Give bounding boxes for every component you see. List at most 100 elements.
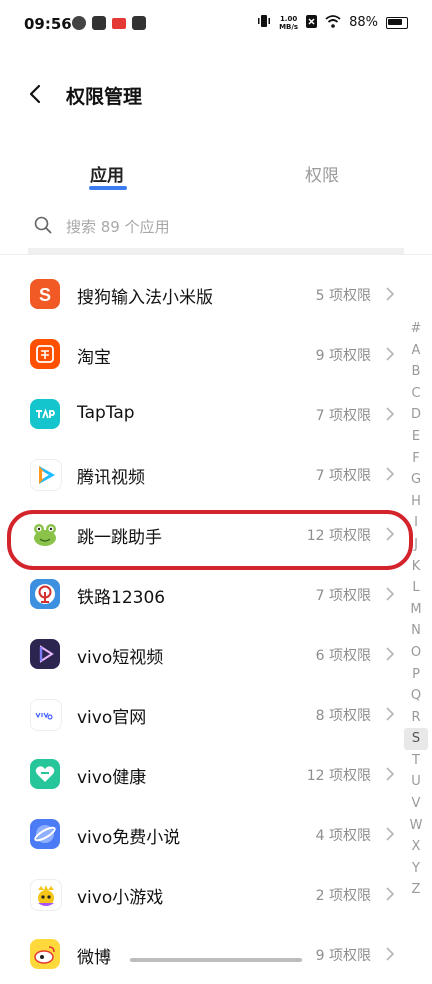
index-letter[interactable]: W <box>404 815 428 837</box>
permission-count: 5 项权限 <box>315 288 371 304</box>
permission-count: 9 项权限 <box>315 348 371 364</box>
search-input[interactable]: 搜索 89 个应用 <box>28 208 404 254</box>
network-speed: 1.00 MB/s <box>279 15 298 31</box>
index-letter[interactable]: A <box>404 340 428 362</box>
index-letter[interactable]: I <box>404 512 428 534</box>
list-item[interactable]: S 搜狗输入法小米版 5 项权限 <box>0 264 405 324</box>
permission-count: 6 项权限 <box>315 648 371 664</box>
permission-count: 7 项权限 <box>315 468 371 484</box>
app-name: 腾讯视频 <box>77 468 145 488</box>
index-letter[interactable]: V <box>404 793 428 815</box>
index-letter[interactable]: D <box>404 404 428 426</box>
app-notification-icon <box>72 16 86 30</box>
index-letter[interactable]: C <box>404 383 428 405</box>
wifi-icon <box>325 14 341 31</box>
highlight-ring <box>7 510 413 570</box>
list-item[interactable]: vivo短视频 6 项权限 <box>0 624 405 684</box>
chevron-right-icon <box>385 766 395 782</box>
svg-text:S: S <box>39 285 51 305</box>
app-name: 微博 <box>77 948 111 968</box>
search-placeholder: 搜索 89 个应用 <box>66 218 170 236</box>
permission-count: 2 项权限 <box>315 888 371 904</box>
index-letter[interactable]: B <box>404 361 428 383</box>
index-letter[interactable]: N <box>404 620 428 642</box>
list-item[interactable]: 铁路12306 7 项权限 <box>0 564 405 624</box>
index-letter[interactable]: E <box>404 426 428 448</box>
index-letter[interactable]: T <box>404 750 428 772</box>
index-letter[interactable]: S <box>404 728 428 750</box>
speed-value: 1.00 <box>279 14 298 23</box>
chevron-right-icon <box>385 826 395 842</box>
index-letter[interactable]: Y <box>404 858 428 880</box>
taptap-icon <box>30 399 60 429</box>
vivo-novel-icon <box>30 819 60 849</box>
index-letter[interactable]: H <box>404 491 428 513</box>
chevron-right-icon <box>385 706 395 722</box>
chevron-right-icon <box>385 286 395 302</box>
index-letter[interactable]: M <box>404 599 428 621</box>
list-item[interactable]: vivo免费小说 4 项权限 <box>0 804 405 864</box>
permission-count: 9 项权限 <box>315 948 371 964</box>
app-name: vivo小游戏 <box>77 888 164 908</box>
app-name: TapTap <box>77 403 135 423</box>
index-letter[interactable]: Q <box>404 685 428 707</box>
index-letter[interactable]: K <box>404 556 428 578</box>
weibo-icon <box>30 939 60 969</box>
taobao-icon <box>30 339 60 369</box>
sim-icon <box>306 14 318 31</box>
vivo-official-icon <box>30 699 62 731</box>
permission-count: 4 项权限 <box>315 828 371 844</box>
list-item[interactable]: TapTap 7 项权限 <box>0 384 405 444</box>
list-item[interactable]: vivo小游戏 2 项权限 <box>0 864 405 924</box>
tab-apps[interactable]: 应用 <box>90 161 124 186</box>
index-letter[interactable]: R <box>404 707 428 729</box>
mail-notification-icon <box>132 16 146 30</box>
index-letter[interactable]: # <box>404 318 428 340</box>
vivo-health-icon <box>30 759 60 789</box>
index-letter[interactable]: Z <box>404 879 428 901</box>
battery-percent: 88% <box>349 15 378 30</box>
list-item[interactable]: 腾讯视频 7 项权限 <box>0 444 405 504</box>
alphabet-index[interactable]: # A B C D E F G H I J K L M N O P Q R S T U V W X Y Z <box>404 318 428 901</box>
index-letter[interactable]: L <box>404 577 428 599</box>
search-icon <box>34 216 52 234</box>
divider <box>0 254 432 255</box>
index-letter[interactable]: F <box>404 448 428 470</box>
index-letter[interactable]: G <box>404 469 428 491</box>
tab-bar: 应用 权限 <box>0 155 432 195</box>
index-letter[interactable]: O <box>404 642 428 664</box>
status-time: 09:56 <box>24 15 72 33</box>
app-name: 淘宝 <box>77 348 111 368</box>
sogou-icon: S <box>30 279 60 309</box>
index-letter[interactable]: U <box>404 771 428 793</box>
railway-icon <box>30 579 60 609</box>
page-title: 权限管理 <box>66 86 143 108</box>
status-right: 1.00 MB/s 88% <box>257 14 408 31</box>
vivo-games-icon <box>30 879 62 911</box>
permission-count: 12 项权限 <box>306 768 371 784</box>
chevron-right-icon <box>385 466 395 482</box>
chevron-right-icon <box>385 406 395 422</box>
permission-count: 7 项权限 <box>315 588 371 604</box>
home-indicator <box>130 958 302 962</box>
vivo-video-icon <box>30 639 60 669</box>
index-letter[interactable]: X <box>404 836 428 858</box>
app-name: 搜狗输入法小米版 <box>77 288 213 308</box>
tab-permissions[interactable]: 权限 <box>305 161 339 186</box>
list-item[interactable]: 微博 9 项权限 <box>0 924 405 984</box>
list-item[interactable]: 淘宝 9 项权限 <box>0 324 405 384</box>
battery-icon <box>386 16 408 29</box>
back-icon[interactable] <box>26 84 46 104</box>
vibrate-icon <box>257 14 271 31</box>
index-letter[interactable]: J <box>404 534 428 556</box>
header: 权限管理 <box>0 74 432 114</box>
tencent-video-icon <box>30 459 62 491</box>
status-bar: 09:56 1.00 MB/s 88% <box>0 0 432 50</box>
chevron-right-icon <box>385 646 395 662</box>
app-name: vivo健康 <box>77 768 147 788</box>
list-item[interactable]: vivo官网 8 项权限 <box>0 684 405 744</box>
app-name: vivo官网 <box>77 708 147 728</box>
index-letter[interactable]: P <box>404 664 428 686</box>
list-item[interactable]: vivo健康 12 项权限 <box>0 744 405 804</box>
app-name: vivo短视频 <box>77 648 164 668</box>
